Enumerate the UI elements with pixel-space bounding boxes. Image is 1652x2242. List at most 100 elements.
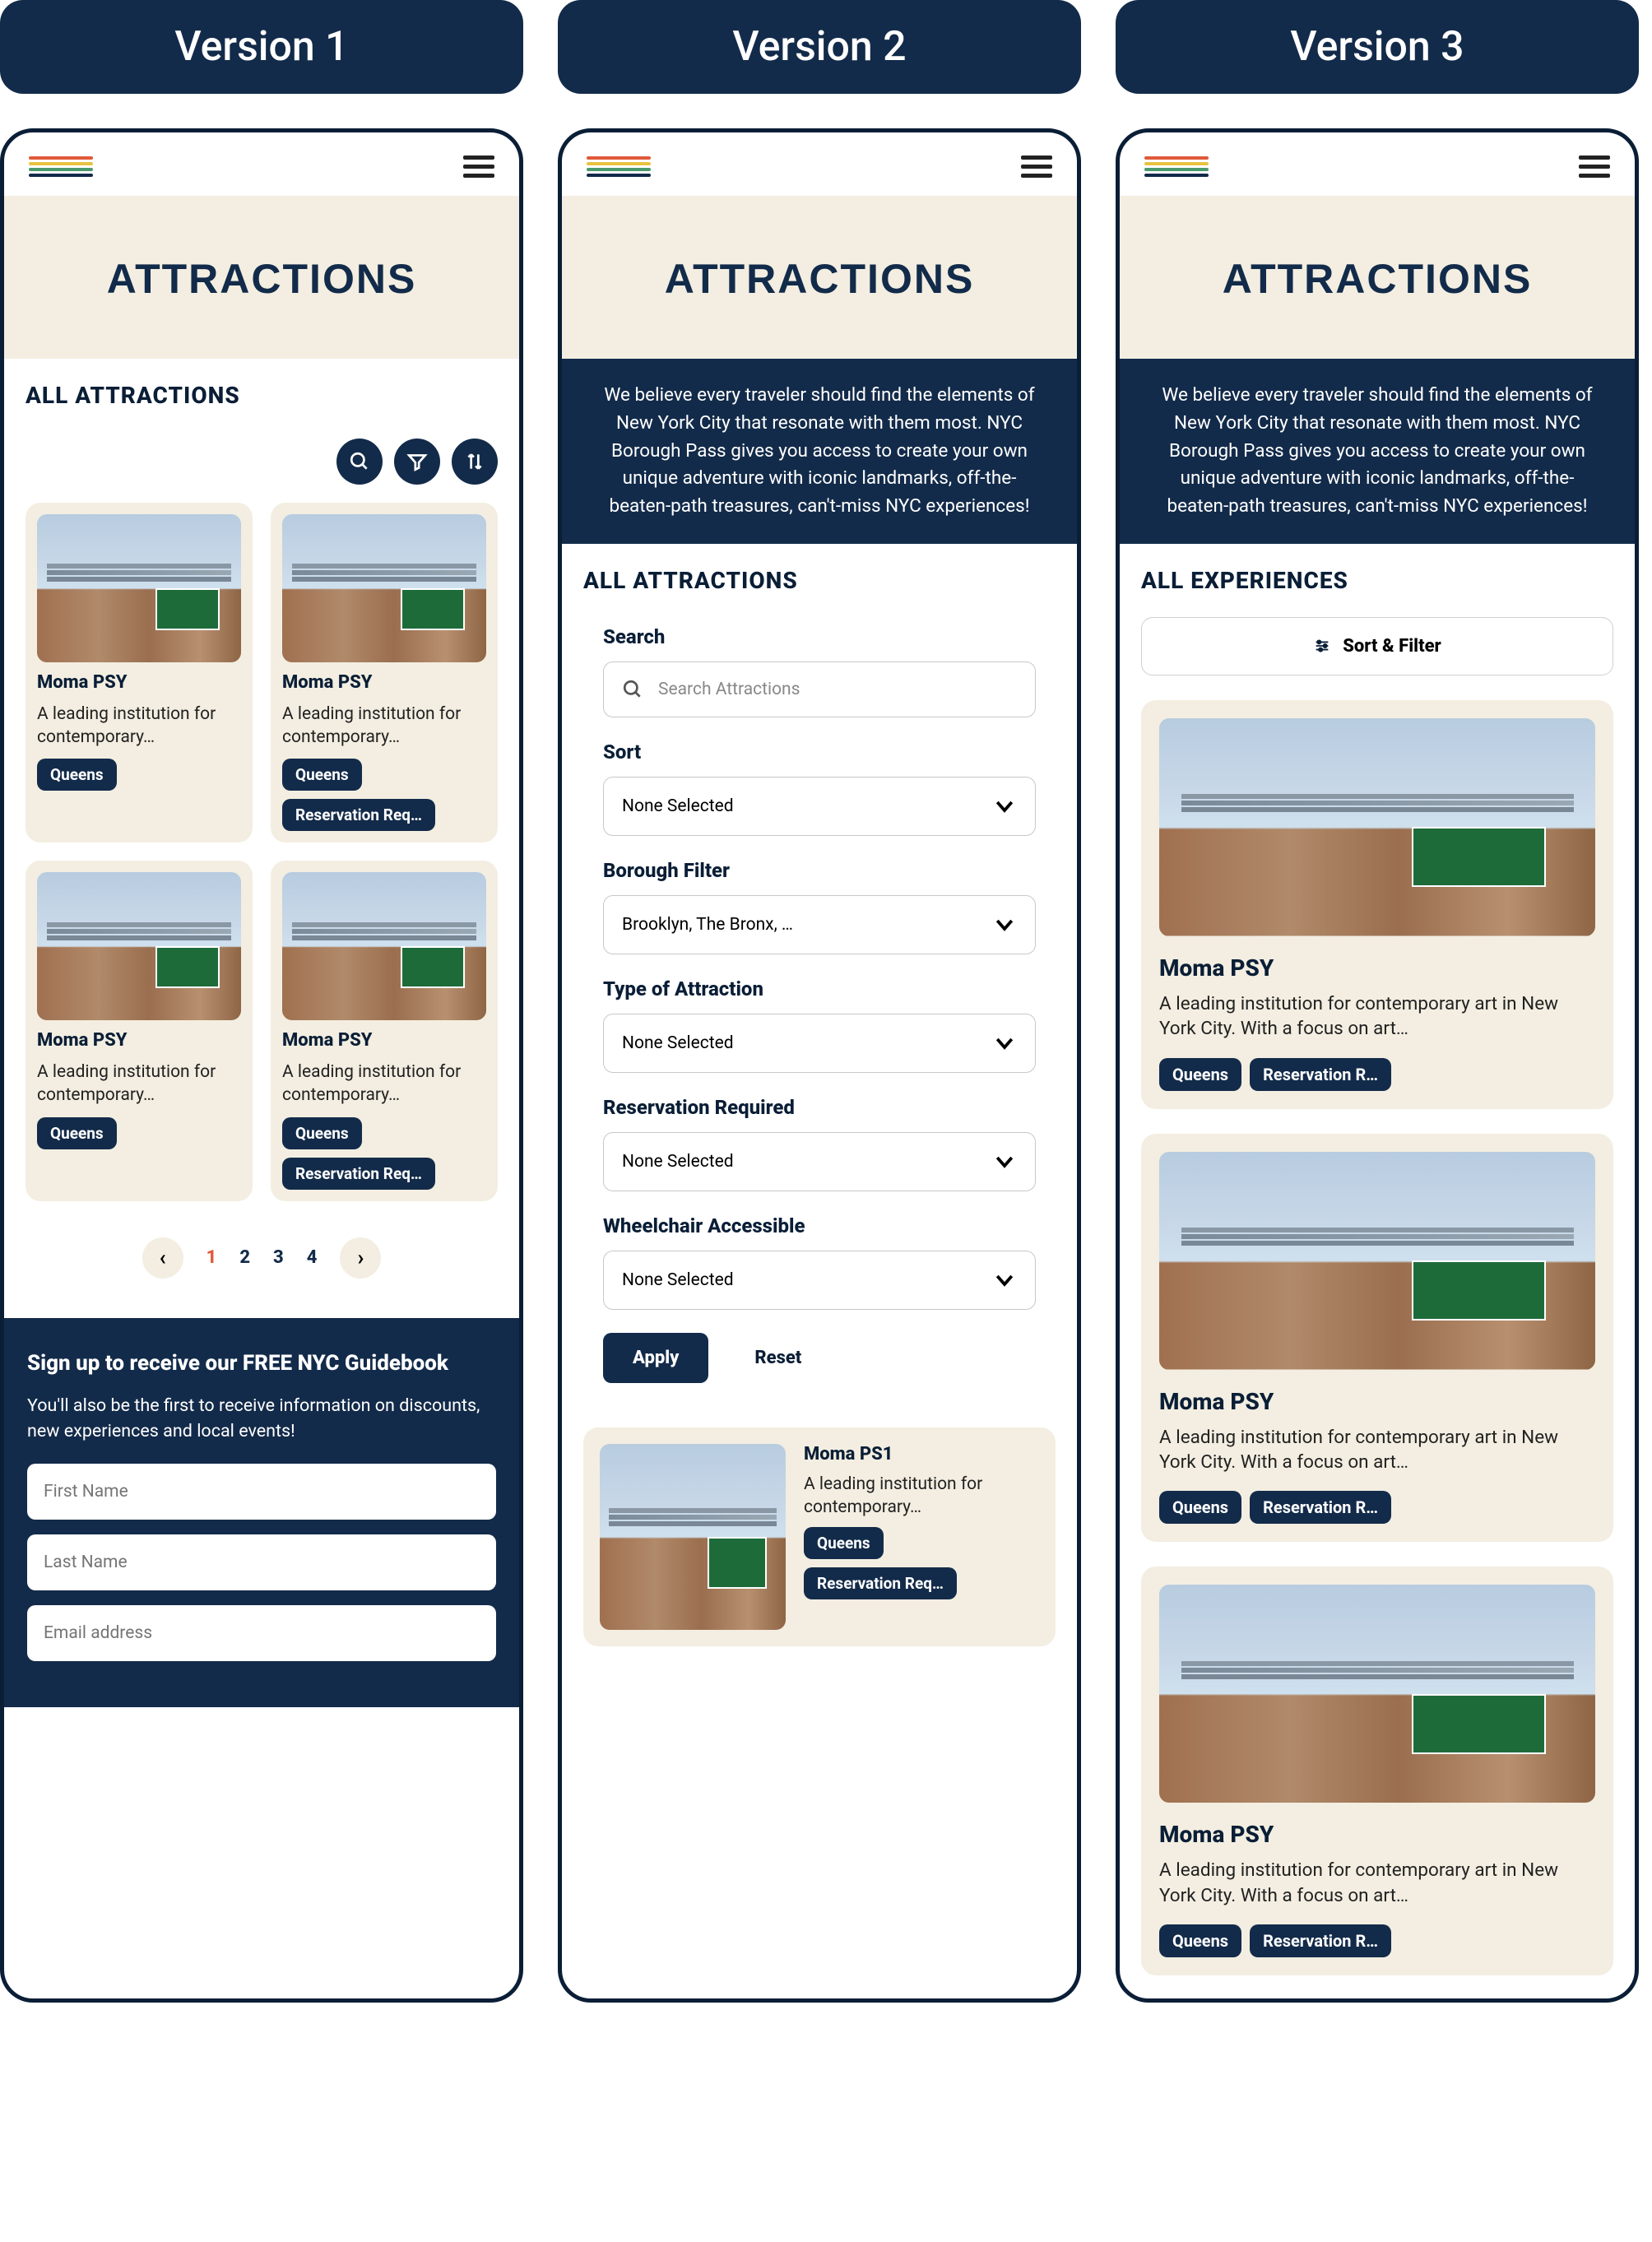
reservation-tag: Reservation R… <box>1250 1491 1391 1524</box>
hamburger-menu-icon[interactable] <box>463 156 494 178</box>
signup-subtext: You'll also be the first to receive info… <box>27 1393 496 1444</box>
attraction-image <box>600 1444 786 1630</box>
page-number[interactable]: 4 <box>307 1247 318 1268</box>
sort-label: Sort <box>603 740 1036 764</box>
filter-icon[interactable] <box>394 439 440 485</box>
reservation-tag: Reservation Req… <box>804 1567 957 1599</box>
sort-filter-button[interactable]: Sort & Filter <box>1141 617 1613 675</box>
apply-button[interactable]: Apply <box>603 1333 708 1383</box>
borough-tag: Queens <box>282 759 362 791</box>
attraction-card[interactable]: Moma PSY A leading institution for conte… <box>271 861 498 1200</box>
reservation-tag: Reservation Req… <box>282 799 435 831</box>
type-filter-select[interactable]: None Selected <box>603 1014 1036 1073</box>
section-title: ALL EXPERIENCES <box>1141 567 1613 594</box>
chevron-down-icon <box>992 1031 1017 1056</box>
phone-frame-v2: ATTRACTIONS We believe every traveler sh… <box>558 128 1081 2003</box>
pagination: ‹ 1 2 3 4 › <box>26 1221 498 1295</box>
logo[interactable] <box>587 156 651 177</box>
hero-banner: ATTRACTIONS <box>1120 196 1635 359</box>
prev-page-button[interactable]: ‹ <box>142 1237 183 1279</box>
reservation-tag: Reservation R… <box>1250 1924 1391 1957</box>
search-label: Search <box>603 625 1036 648</box>
card-description: A leading institution for contemporary… <box>282 703 486 750</box>
phone-frame-v3: ATTRACTIONS We believe every traveler sh… <box>1116 128 1639 2003</box>
sort-icon[interactable] <box>452 439 498 485</box>
type-filter-value: None Selected <box>622 1033 734 1053</box>
chevron-down-icon <box>992 794 1017 819</box>
hamburger-menu-icon[interactable] <box>1021 156 1052 178</box>
wheelchair-filter-value: None Selected <box>622 1270 734 1290</box>
search-icon <box>622 679 643 700</box>
last-name-field[interactable] <box>27 1534 496 1590</box>
search-icon[interactable] <box>336 439 383 485</box>
attraction-list-item[interactable]: Moma PS1 A leading institution for conte… <box>583 1427 1056 1646</box>
email-field[interactable] <box>27 1605 496 1661</box>
reservation-filter-label: Reservation Required <box>603 1096 1036 1119</box>
page-number[interactable]: 3 <box>273 1247 284 1268</box>
logo[interactable] <box>1144 156 1209 177</box>
borough-tag: Queens <box>37 1117 117 1149</box>
card-description: A leading institution for contemporary a… <box>1159 1425 1595 1475</box>
borough-filter-select[interactable]: Brooklyn, The Bronx, … <box>603 895 1036 954</box>
attraction-card[interactable]: Moma PSY A leading institution for conte… <box>26 503 253 842</box>
card-description: A leading institution for contemporary… <box>282 1061 486 1107</box>
sort-filter-label: Sort & Filter <box>1343 636 1441 657</box>
sort-value: None Selected <box>622 796 734 816</box>
experience-card[interactable]: Moma PSY A leading institution for conte… <box>1141 1134 1613 1543</box>
borough-tag: Queens <box>1159 1924 1241 1957</box>
card-title: Moma PS1 <box>804 1444 1039 1464</box>
chevron-down-icon <box>992 1149 1017 1174</box>
first-name-field[interactable] <box>27 1464 496 1520</box>
hamburger-menu-icon[interactable] <box>1579 156 1610 178</box>
experience-card[interactable]: Moma PSY A leading institution for conte… <box>1141 700 1613 1109</box>
card-title: Moma PSY <box>282 672 486 693</box>
reservation-filter-select[interactable]: None Selected <box>603 1132 1036 1191</box>
borough-tag: Queens <box>1159 1058 1241 1091</box>
borough-filter-value: Brooklyn, The Bronx, … <box>622 915 793 935</box>
page-number[interactable]: 1 <box>206 1247 217 1268</box>
search-input[interactable]: Search Attractions <box>603 661 1036 717</box>
card-title: Moma PSY <box>37 1030 241 1051</box>
hero-banner: ATTRACTIONS <box>562 196 1077 359</box>
next-page-button[interactable]: › <box>340 1237 381 1279</box>
borough-tag: Queens <box>804 1527 884 1559</box>
card-description: A leading institution for contemporary a… <box>1159 991 1595 1042</box>
hero-title: ATTRACTIONS <box>578 255 1060 303</box>
phone-frame-v1: ATTRACTIONS ALL ATTRACTIONS Moma PSY A l… <box>0 128 523 2003</box>
reset-button[interactable]: Reset <box>754 1348 801 1368</box>
attraction-image <box>1159 718 1595 936</box>
type-filter-label: Type of Attraction <box>603 977 1036 1000</box>
card-description: A leading institution for contemporary a… <box>1159 1858 1595 1908</box>
hero-title: ATTRACTIONS <box>21 255 503 303</box>
reservation-filter-value: None Selected <box>622 1152 734 1172</box>
version-2-header: Version 2 <box>558 0 1081 94</box>
card-title: Moma PSY <box>282 1030 486 1051</box>
attraction-card[interactable]: Moma PSY A leading institution for conte… <box>271 503 498 842</box>
chevron-down-icon <box>992 1268 1017 1293</box>
logo[interactable] <box>29 156 93 177</box>
hero-banner: ATTRACTIONS <box>4 196 519 359</box>
attraction-image <box>1159 1152 1595 1370</box>
sort-select[interactable]: None Selected <box>603 777 1036 836</box>
version-3-header: Version 3 <box>1116 0 1639 94</box>
version-1-header: Version 1 <box>0 0 523 94</box>
sliders-icon <box>1313 637 1331 655</box>
attraction-card[interactable]: Moma PSY A leading institution for conte… <box>26 861 253 1200</box>
chevron-down-icon <box>992 912 1017 937</box>
intro-copy: We believe every traveler should find th… <box>562 359 1077 544</box>
page-number[interactable]: 2 <box>239 1247 250 1268</box>
signup-heading: Sign up to receive our FREE NYC Guideboo… <box>27 1349 496 1378</box>
section-title: ALL ATTRACTIONS <box>26 382 498 409</box>
reservation-tag: Reservation Req… <box>282 1158 435 1190</box>
wheelchair-filter-select[interactable]: None Selected <box>603 1251 1036 1310</box>
borough-filter-label: Borough Filter <box>603 859 1036 882</box>
card-title: Moma PSY <box>1159 1821 1595 1848</box>
experience-card[interactable]: Moma PSY A leading institution for conte… <box>1141 1567 1613 1975</box>
attraction-image <box>37 514 241 662</box>
intro-copy: We believe every traveler should find th… <box>1120 359 1635 544</box>
wheelchair-filter-label: Wheelchair Accessible <box>603 1214 1036 1237</box>
attraction-image <box>282 872 486 1020</box>
attraction-image <box>37 872 241 1020</box>
attraction-image <box>282 514 486 662</box>
card-title: Moma PSY <box>37 672 241 693</box>
